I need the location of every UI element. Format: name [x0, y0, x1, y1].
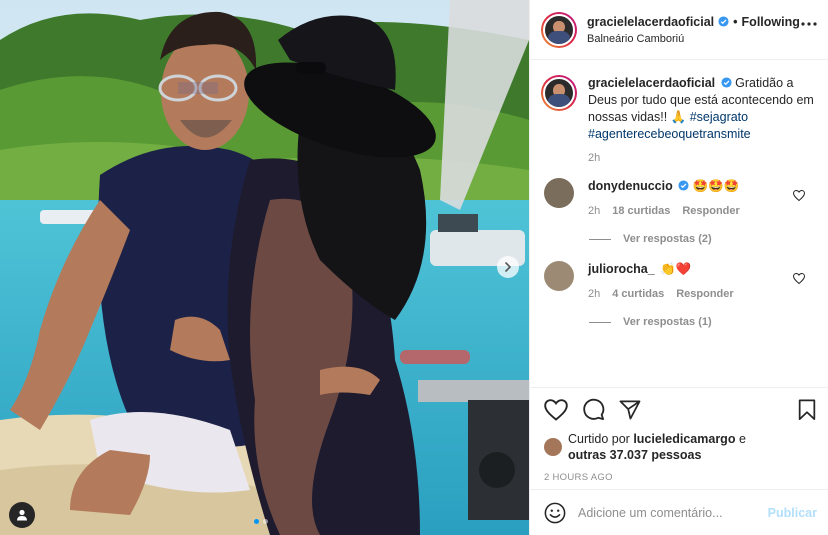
- verified-badge-icon: [678, 180, 689, 191]
- commenter-avatar[interactable]: [544, 178, 574, 208]
- liker-username[interactable]: luciele​dicamargo: [633, 432, 735, 446]
- reply-button[interactable]: Responder: [676, 288, 733, 300]
- commenter-username[interactable]: juliorocha_: [588, 262, 655, 276]
- caption-username[interactable]: gracielelacerdaoficial: [588, 76, 715, 90]
- like-icon[interactable]: [544, 398, 568, 421]
- more-horizontal-icon: [801, 22, 817, 26]
- caption-time[interactable]: 2h: [588, 152, 817, 164]
- comment-time[interactable]: 2h: [588, 288, 600, 300]
- hashtag-link[interactable]: #sejagrato: [690, 110, 748, 124]
- comments-section[interactable]: gracielelacerdaoficial Gratidão a Deus p…: [530, 61, 828, 387]
- view-replies-button[interactable]: Ver respostas (2): [589, 233, 817, 245]
- photo-scene: [0, 0, 529, 535]
- caption: gracielelacerdaoficial Gratidão a Deus p…: [541, 75, 817, 164]
- likes-count[interactable]: outras 37.037 pessoas: [568, 448, 701, 462]
- following-button[interactable]: Following: [742, 15, 800, 29]
- carousel-dot-active: [254, 519, 259, 524]
- save-bookmark-icon[interactable]: [797, 399, 817, 421]
- caption-text: gracielelacerdaoficial Gratidão a Deus p…: [588, 75, 817, 143]
- reply-button[interactable]: Responder: [682, 205, 739, 217]
- commenter-avatar[interactable]: [544, 261, 574, 291]
- post-timestamp[interactable]: 2 HOURS AGO: [544, 472, 817, 483]
- caption-avatar[interactable]: [541, 75, 577, 111]
- post-photo[interactable]: [0, 0, 529, 535]
- like-comment-button[interactable]: [793, 273, 805, 284]
- publish-button[interactable]: Publicar: [768, 506, 817, 520]
- comment-icon[interactable]: [582, 398, 605, 421]
- add-comment-bar: Publicar: [530, 489, 828, 535]
- comment-time[interactable]: 2h: [588, 205, 600, 217]
- view-replies-button[interactable]: Ver respostas (1): [589, 316, 817, 328]
- heart-outline-icon: [793, 190, 805, 201]
- comment-item: donydenuccio 🤩🤩🤩 2h 18 curtidas Responde…: [541, 178, 817, 217]
- comment-text: donydenuccio 🤩🤩🤩: [588, 178, 817, 195]
- verified-badge-icon: [721, 77, 732, 88]
- liked-by: Curtido por luciele​dicamargo e outras 3…: [544, 431, 817, 463]
- view-replies-label: Ver respostas (2): [623, 233, 712, 245]
- commenter-username[interactable]: donydenuccio: [588, 179, 673, 193]
- liked-prefix: Curtido por: [568, 432, 630, 446]
- comment-text: juliorocha_ 👏❤️: [588, 261, 817, 278]
- heart-outline-icon: [793, 273, 805, 284]
- share-icon[interactable]: [619, 400, 641, 420]
- user-icon: [17, 509, 27, 521]
- post-sidebar: gracielelacerdaoficial • Following Balne…: [529, 0, 828, 535]
- liked-by-text: Curtido por luciele​dicamargo e outras 3…: [568, 431, 746, 463]
- author-username[interactable]: gracielelacerdaoficial: [587, 15, 714, 29]
- liker-avatar[interactable]: [544, 438, 562, 456]
- more-options-button[interactable]: [801, 22, 817, 26]
- replies-line: [589, 238, 611, 240]
- comment-input[interactable]: [578, 505, 768, 520]
- liked-conjunction: e: [738, 432, 746, 446]
- comment-body: 🤩🤩🤩: [692, 179, 740, 193]
- tagged-users-button[interactable]: [9, 502, 35, 528]
- comment-likes[interactable]: 4 curtidas: [612, 288, 664, 300]
- carousel-indicator: [254, 519, 268, 524]
- carousel-dot: [263, 519, 268, 524]
- view-replies-label: Ver respostas (1): [623, 316, 712, 328]
- replies-line: [589, 321, 611, 323]
- post-actions: Curtido por luciele​dicamargo e outras 3…: [530, 387, 828, 483]
- post-location[interactable]: Balneário Camboriú: [587, 33, 800, 45]
- chevron-right-icon: [505, 262, 511, 272]
- post-header: gracielelacerdaoficial • Following Balne…: [530, 0, 828, 60]
- separator-dot: •: [733, 14, 738, 29]
- author-avatar[interactable]: [541, 11, 577, 48]
- comment-likes[interactable]: 18 curtidas: [612, 205, 670, 217]
- header-meta: gracielelacerdaoficial • Following Balne…: [587, 15, 800, 45]
- comment-item: juliorocha_ 👏❤️ 2h 4 curtidas Responder: [541, 261, 817, 300]
- hashtag-link[interactable]: #agenterecebeoquetransmite: [588, 127, 751, 141]
- verified-badge-icon: [718, 16, 729, 27]
- instagram-post: gracielelacerdaoficial • Following Balne…: [0, 0, 828, 535]
- next-photo-button[interactable]: [497, 256, 519, 278]
- emoji-icon[interactable]: [544, 502, 566, 524]
- comment-body: 👏❤️: [660, 262, 692, 276]
- like-comment-button[interactable]: [793, 190, 805, 201]
